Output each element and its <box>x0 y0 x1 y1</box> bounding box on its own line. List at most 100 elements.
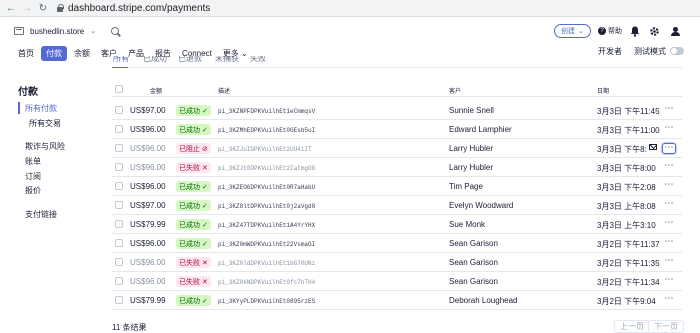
status-badge: 已阻止 ⊘ <box>176 143 211 154</box>
more-actions-button[interactable]: ⋯ <box>662 199 676 211</box>
more-actions-button[interactable]: ⋯ <box>662 180 676 192</box>
tab-failed[interactable]: 失败 <box>250 56 266 64</box>
more-actions-button[interactable]: ⋯ <box>662 161 676 173</box>
next-page-button[interactable]: 下一页 <box>648 320 684 333</box>
amount-cell: US$96.00 <box>130 182 166 191</box>
arrow-right-icon[interactable]: → <box>22 3 32 14</box>
status-badge: 已失败 ✕ <box>176 162 211 173</box>
url-text[interactable]: dashboard.stripe.com/payments <box>68 3 210 14</box>
check-icon: ✓ <box>202 107 208 115</box>
header-description[interactable]: 描述 <box>218 86 230 95</box>
tab-succeeded[interactable]: 已成功 <box>143 56 167 64</box>
arrow-left-icon[interactable]: ← <box>6 3 16 14</box>
table-row[interactable]: US$97.00 已成功 ✓ pi_3KZ8ltDPKVuilhEt0j2aVgd… <box>112 196 682 215</box>
table-row[interactable]: US$96.00 已成功 ✓ pi_3KZEO6DPKVuilhEt0R7aHab… <box>112 177 682 196</box>
customer-cell: Sean Garison <box>449 277 498 286</box>
header-customer[interactable]: 客户 <box>449 86 461 95</box>
row-checkbox[interactable] <box>115 296 123 304</box>
more-actions-button[interactable]: ⋯ <box>662 104 676 116</box>
status-label: 已成功 <box>179 183 200 191</box>
check-icon: ✓ <box>202 221 208 229</box>
chevron-down-icon: ⌄ <box>578 28 584 35</box>
table-row[interactable]: US$96.00 已成功 ✓ pi_3KZ0mWDPKVuilhEt22VsmaG… <box>112 234 682 253</box>
tab-uncaptured[interactable]: 未捕获 <box>215 56 239 64</box>
customer-cell: Sean Garison <box>449 239 498 248</box>
nav-balances[interactable]: 余额 <box>70 46 94 61</box>
sidebar-item-fraud-risk[interactable]: 欺诈与风险 <box>25 141 65 152</box>
tab-all[interactable]: 所有 <box>113 56 129 64</box>
reload-icon[interactable]: ↻ <box>38 3 48 14</box>
sidebar-item-bills[interactable]: 账单 <box>25 156 41 167</box>
more-actions-button[interactable]: ⋯ <box>662 256 676 268</box>
help-label: 帮助 <box>608 28 622 35</box>
sidebar-item-payment-links[interactable]: 支付链接 <box>25 209 57 220</box>
tab-refunded[interactable]: 已退款 <box>178 56 202 64</box>
date-cell: 3月3日 下午8: <box>597 145 647 154</box>
header-amount[interactable]: 金额 <box>150 86 162 95</box>
nav-home[interactable]: 首页 <box>14 46 38 61</box>
row-checkbox[interactable] <box>115 144 123 152</box>
search-bar[interactable] <box>111 24 417 38</box>
create-button[interactable]: 创建 ⌄ <box>554 24 591 38</box>
table-row[interactable]: US$96.00 已阻止 ⊘ pi_3KZJuIDPKVuilhEt2UU4iIT… <box>112 139 682 158</box>
row-checkbox[interactable] <box>115 163 123 171</box>
check-icon: ✓ <box>202 297 208 305</box>
row-checkbox[interactable] <box>115 201 123 209</box>
date-cell: 3月3日 上午8:08 <box>597 202 656 211</box>
more-actions-button[interactable]: ⋯ <box>662 275 676 287</box>
header-date[interactable]: 日期 <box>597 86 609 95</box>
status-badge: 已失败 ✕ <box>176 276 211 287</box>
table-row[interactable]: US$96.00 已失败 ✕ pi_3KZJt0DPKVuilhEt2IatmgO… <box>112 158 682 177</box>
row-checkbox[interactable] <box>115 182 123 190</box>
prev-page-button[interactable]: 上一页 <box>614 320 650 333</box>
more-actions-button[interactable]: ⋯ <box>662 143 676 154</box>
email-icon[interactable] <box>649 144 657 150</box>
sidebar-item-all-transactions[interactable]: 所有交易 <box>29 118 61 129</box>
bell-icon[interactable] <box>629 25 641 37</box>
sidebar-item-all-payments[interactable]: 所有付款 <box>25 103 57 114</box>
status-label: 已成功 <box>179 126 200 134</box>
sidebar-item-subscriptions[interactable]: 订阅 <box>25 171 41 182</box>
row-checkbox[interactable] <box>115 125 123 133</box>
help-button[interactable]: ? 帮助 <box>598 25 622 37</box>
status-label: 已失败 <box>179 164 200 172</box>
table-row[interactable]: US$96.00 已失败 ✕ pi_3KZ0kNDPKVuilhEt0fc7hTH… <box>112 272 682 291</box>
table-row[interactable]: US$79.99 已成功 ✓ pi_3KYyPLDPKVuilhEt0895rzE… <box>112 291 682 310</box>
table-row[interactable]: US$96.00 已失败 ✕ pi_3KZ0ldDPKVuilhEt1bG70UN… <box>112 253 682 272</box>
more-actions-button[interactable]: ⋯ <box>662 294 676 306</box>
blocked-icon: ⊘ <box>202 145 208 153</box>
more-actions-button[interactable]: ⋯ <box>662 237 676 249</box>
customer-cell: Tim Page <box>449 182 483 191</box>
table-row[interactable]: US$96.00 已成功 ✓ pi_3KZMhEDPKVuilhEt0GEsb5u… <box>112 120 682 139</box>
table-row[interactable]: US$97.00 已成功 ✓ pi_3KZNPFDPKVuilhEt1eCmmqs… <box>112 101 682 120</box>
select-all-checkbox[interactable] <box>115 85 123 93</box>
more-actions-button[interactable]: ⋯ <box>662 123 676 135</box>
account-switcher[interactable]: bushedlin.store ⌄ <box>14 27 96 36</box>
table-row[interactable]: US$79.99 已成功 ✓ pi_3KZ47TDPKVuilhEt1A4YrYH… <box>112 215 682 234</box>
x-icon: ✕ <box>202 278 208 286</box>
search-input[interactable] <box>125 26 385 36</box>
description-cell: pi_3KZNPFDPKVuilhEt1eCmmqsV <box>218 108 316 115</box>
status-label: 已成功 <box>179 202 200 210</box>
check-icon: ✓ <box>202 202 208 210</box>
nav-payments[interactable]: 付款 <box>41 45 67 61</box>
table-header: 金额 描述 客户 日期 <box>112 80 682 97</box>
check-icon: ✓ <box>202 240 208 248</box>
row-checkbox[interactable] <box>115 239 123 247</box>
app-header: bushedlin.store ⌄ 创建 ⌄ ? 帮助 <box>0 17 700 45</box>
sidebar-title: 付款 <box>18 87 38 98</box>
row-checkbox[interactable] <box>115 106 123 114</box>
row-checkbox[interactable] <box>115 220 123 228</box>
amount-cell: US$96.00 <box>130 258 166 267</box>
amount-cell: US$96.00 <box>130 277 166 286</box>
store-icon <box>14 27 24 35</box>
gear-icon[interactable] <box>648 25 660 37</box>
sidebar-item-quotes[interactable]: 报价 <box>25 185 41 196</box>
row-checkbox[interactable] <box>115 258 123 266</box>
status-badge: 已成功 ✓ <box>176 105 211 116</box>
test-mode-toggle[interactable] <box>670 47 684 55</box>
user-icon[interactable] <box>669 25 681 37</box>
more-actions-button[interactable]: ⋯ <box>662 218 676 230</box>
row-checkbox[interactable] <box>115 277 123 285</box>
address-bar[interactable]: dashboard.stripe.com/payments <box>56 3 210 14</box>
